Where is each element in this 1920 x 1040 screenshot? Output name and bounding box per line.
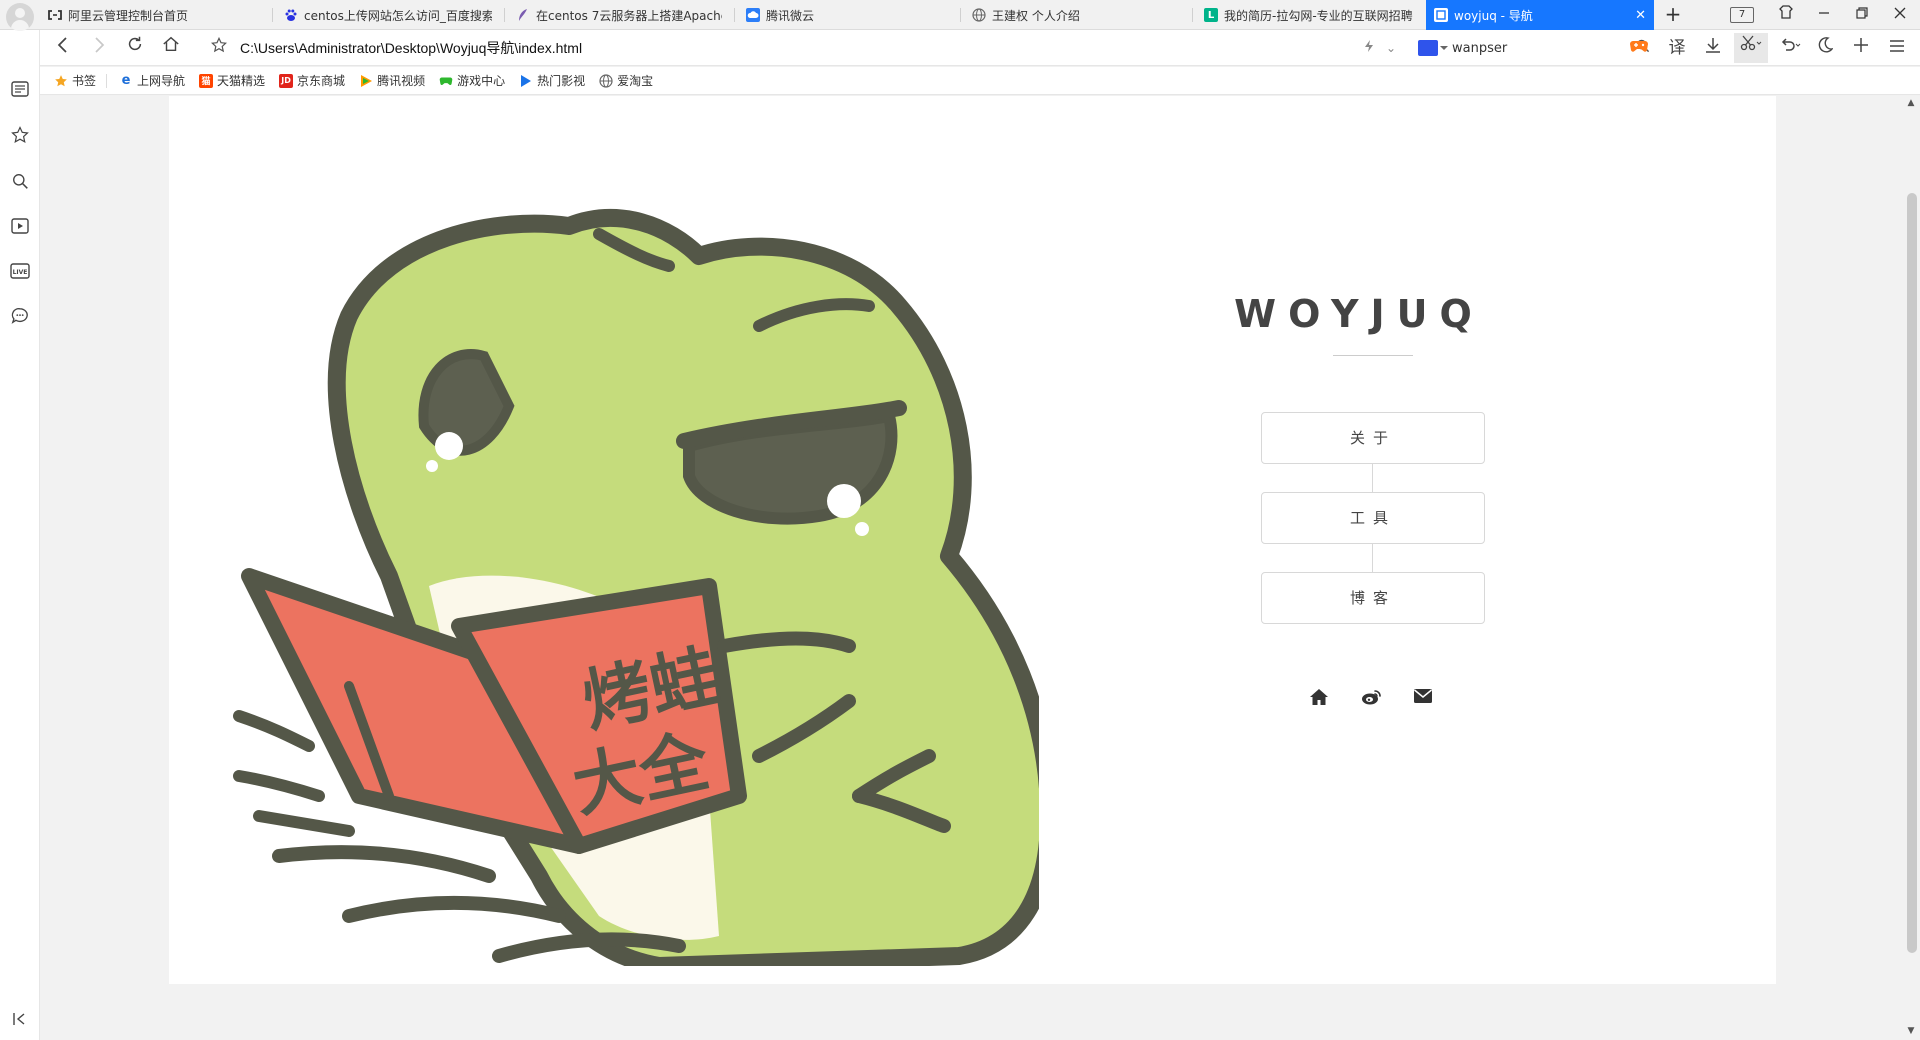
reload-button[interactable] — [122, 35, 148, 61]
tab-personal-intro[interactable]: 王建权 个人介绍 — [964, 0, 1188, 30]
download-icon[interactable] — [1700, 35, 1726, 61]
page-viewport: 烤蛙 大全 WOYJUQ 关于 工具 博客 — [40, 96, 1920, 1040]
night-mode-icon[interactable] — [1812, 35, 1838, 61]
search-box[interactable]: wanpser — [1418, 35, 1650, 61]
close-window-button[interactable] — [1884, 2, 1916, 28]
tab-bar: 阿里云管理控制台首页 centos上传网站怎么访问_百度搜索 在centos 7… — [0, 0, 1920, 31]
nav-about-button[interactable]: 关于 — [1261, 412, 1485, 464]
content-card: 烤蛙 大全 WOYJUQ 关于 工具 博客 — [169, 96, 1776, 984]
minimize-button[interactable] — [1808, 2, 1840, 28]
nav-connector — [1372, 464, 1373, 494]
weiyun-icon — [746, 8, 760, 22]
mail-icon[interactable] — [1413, 688, 1437, 712]
undo-close-icon[interactable] — [1774, 35, 1808, 61]
globe-icon — [599, 73, 613, 88]
bookmark-item[interactable]: 猫 天猫精选 — [199, 72, 265, 89]
scrollbar-thumb[interactable] — [1907, 193, 1917, 953]
skin-icon[interactable] — [1770, 2, 1802, 28]
url-field[interactable]: C:\Users\Administrator\Desktop\Woyjuq导航\… — [240, 38, 582, 58]
ie-e-icon: e — [121, 73, 131, 88]
apache-feather-icon — [516, 8, 530, 22]
game-controller-icon[interactable] — [1626, 35, 1652, 61]
weibo-icon[interactable] — [1361, 688, 1385, 712]
scroll-down-arrow[interactable]: ▼ — [1905, 1026, 1917, 1038]
restore-button[interactable] — [1846, 2, 1878, 28]
tab-aliyun[interactable]: 阿里云管理控制台首页 — [40, 0, 268, 30]
play-icon — [519, 74, 533, 88]
aliyun-icon — [48, 8, 62, 22]
bookmark-item[interactable]: 爱淘宝 — [599, 72, 653, 89]
game-controller-icon — [439, 74, 453, 88]
bookmark-item[interactable]: 腾讯视频 — [359, 72, 425, 89]
new-tab-button[interactable]: + — [1660, 2, 1686, 28]
chevron-down-icon[interactable]: ⌄ — [1378, 35, 1404, 61]
bookmark-item[interactable]: e 上网导航 — [119, 72, 185, 89]
tab-baidu-search[interactable]: centos上传网站怎么访问_百度搜索 — [276, 0, 500, 30]
site-brand-title: WOYJUQ — [1234, 292, 1484, 336]
bookmark-item[interactable]: 热门影视 — [519, 72, 585, 89]
search-input[interactable]: wanpser — [1452, 41, 1636, 56]
menu-icon[interactable] — [1884, 35, 1910, 61]
nav-connector — [1372, 544, 1373, 574]
left-sidebar: LIVE — [0, 30, 40, 1040]
tab-count-badge[interactable]: 7 — [1730, 7, 1754, 23]
collapse-sidebar-icon[interactable] — [9, 1008, 31, 1030]
screenshot-scissors-icon[interactable] — [1734, 33, 1768, 63]
bookmark-item[interactable]: 游戏中心 — [439, 72, 505, 89]
live-icon[interactable]: LIVE — [9, 260, 31, 282]
reading-list-icon[interactable] — [9, 78, 31, 100]
svg-text:LIVE: LIVE — [13, 269, 28, 276]
nav-blog-button[interactable]: 博客 — [1261, 572, 1485, 624]
bookmark-item[interactable]: JD 京东商城 — [279, 72, 345, 89]
bookmark-star-icon[interactable] — [206, 35, 232, 61]
favorites-star-icon[interactable] — [9, 124, 31, 146]
brand-divider — [1333, 355, 1413, 356]
home-button[interactable] — [158, 35, 184, 61]
bookmark-bar: 书签 e 上网导航 猫 天猫精选 JD 京东商城 腾讯视频 游戏中心 热门影视 … — [40, 67, 1920, 95]
home-icon[interactable] — [1309, 688, 1333, 712]
tab-weiyun[interactable]: 腾讯微云 — [738, 0, 956, 30]
jd-icon: JD — [279, 73, 294, 88]
tmall-icon: 猫 — [199, 73, 214, 88]
video-icon[interactable] — [9, 215, 31, 237]
nav-tools-button[interactable]: 工具 — [1261, 492, 1485, 544]
back-button[interactable] — [50, 35, 76, 61]
lagou-icon: L — [1204, 8, 1218, 22]
baidu-paw-icon — [284, 8, 298, 22]
close-tab-icon[interactable]: ✕ — [1635, 8, 1646, 23]
forward-button[interactable] — [86, 35, 112, 61]
bookmark-item[interactable]: 书签 — [54, 72, 96, 89]
search-engine-icon[interactable] — [1418, 40, 1448, 56]
translate-icon[interactable]: 译 — [1664, 35, 1690, 61]
chat-icon[interactable] — [9, 305, 31, 327]
frog-reading-illustration: 烤蛙 大全 — [233, 209, 1039, 966]
page-icon — [1434, 8, 1448, 22]
scroll-up-arrow[interactable]: ▲ — [1905, 98, 1917, 110]
star-icon — [54, 74, 68, 88]
tab-woyjuq-nav[interactable]: woyjuq - 导航 ✕ — [1426, 0, 1654, 30]
search-icon[interactable] — [9, 170, 31, 192]
tencent-video-icon — [359, 74, 373, 88]
tab-apache-article[interactable]: 在centos 7云服务器上搭建Apache — [508, 0, 730, 30]
address-toolbar: C:\Users\Administrator\Desktop\Woyjuq导航\… — [40, 30, 1920, 66]
tab-lagou-resume[interactable]: L 我的简历-拉勾网-专业的互联网招聘 — [1196, 0, 1422, 30]
globe-icon — [972, 8, 986, 22]
add-icon[interactable] — [1848, 35, 1874, 61]
user-avatar[interactable] — [6, 3, 34, 31]
